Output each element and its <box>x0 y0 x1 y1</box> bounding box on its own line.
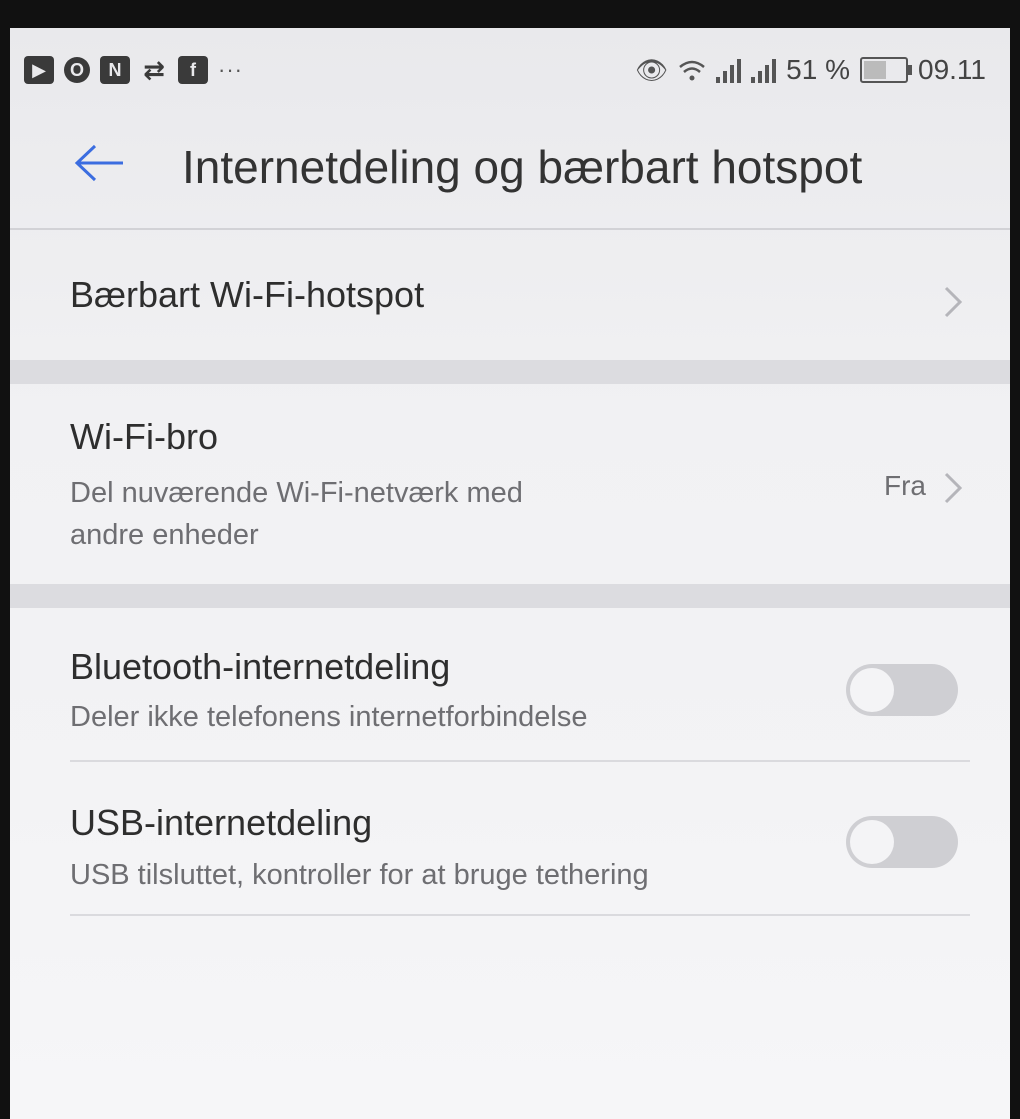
bluetooth-tethering-row: Bluetooth-internetdeling Deler ikke tele… <box>10 608 1010 760</box>
wifi-bridge-title: Wi-Fi-bro <box>70 416 218 457</box>
phone-screen: ▶ O N ⇄ f ··· 👁 51 % 09.11 Internetdelin… <box>10 28 1010 1119</box>
flipboard-icon: f <box>178 56 208 84</box>
bluetooth-tethering-subtitle: Deler ikke telefonens internetforbindels… <box>70 701 588 733</box>
usb-tethering-title: USB-internetdeling <box>70 802 373 843</box>
toggle-knob <box>850 820 894 864</box>
wifi-bridge-subtitle: Del nuværende Wi-Fi-netværk med andre en… <box>70 472 523 556</box>
n-app-icon: N <box>100 56 130 84</box>
row-divider <box>70 914 970 916</box>
wifi-bridge-subtitle-line2: andre enheder <box>70 519 259 551</box>
wifi-bridge-subtitle-line1: Del nuværende Wi-Fi-netværk med <box>70 477 523 509</box>
status-bar: ▶ O N ⇄ f ··· 👁 51 % 09.11 <box>10 28 1010 112</box>
hotspot-title: Bærbart Wi-Fi-hotspot <box>70 274 425 315</box>
section-separator <box>10 584 1010 608</box>
wifi-bridge-state: Fra <box>884 470 926 501</box>
eye-comfort-icon: 👁 <box>635 54 669 85</box>
usb-tethering-subtitle: USB tilsluttet, kontroller for at bruge … <box>70 859 649 891</box>
more-notifications-indicator: ··· <box>218 57 243 82</box>
battery-icon <box>860 57 912 83</box>
arrow-left-icon <box>74 144 123 182</box>
app-header: Internetdeling og bærbart hotspot <box>10 112 1010 232</box>
signal-icon-2 <box>751 57 777 83</box>
wifi-bridge-row[interactable]: Wi-Fi-bro Del nuværende Wi-Fi-netværk me… <box>10 384 1010 584</box>
back-button[interactable] <box>70 138 130 188</box>
toggle-knob <box>850 668 894 712</box>
signal-icon <box>716 57 742 83</box>
status-icons: 👁 51 % 09.11 <box>635 54 986 86</box>
header-divider <box>10 228 1010 230</box>
usb-tethering-toggle[interactable] <box>846 816 958 868</box>
chevron-right-icon <box>944 286 963 318</box>
usb-tethering-row: USB-internetdeling USB tilsluttet, kontr… <box>10 762 1010 914</box>
opera-icon: O <box>64 57 90 83</box>
wifi-icon <box>679 60 705 81</box>
usb-tether-icon: ⇄ <box>143 54 165 85</box>
bluetooth-tethering-title: Bluetooth-internetdeling <box>70 646 451 687</box>
section-separator <box>10 360 1010 384</box>
chevron-right-icon <box>944 472 963 504</box>
bluetooth-tethering-toggle[interactable] <box>846 664 958 716</box>
youtube-icon: ▶ <box>24 56 54 84</box>
clock: 09.11 <box>918 54 986 85</box>
page-title: Internetdeling og bærbart hotspot <box>182 141 863 193</box>
notification-icons: ▶ O N ⇄ f ··· <box>24 54 243 85</box>
battery-percent: 51 % <box>786 54 850 85</box>
hotspot-row[interactable]: Bærbart Wi-Fi-hotspot <box>10 232 1010 360</box>
